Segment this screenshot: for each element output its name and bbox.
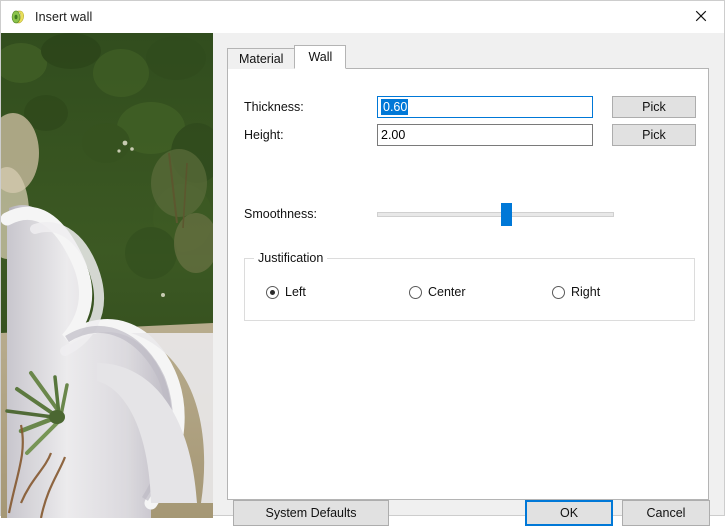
cancel-button[interactable]: Cancel	[622, 500, 710, 526]
smoothness-slider[interactable]	[377, 200, 614, 228]
slider-thumb[interactable]	[501, 203, 512, 226]
tab-wall[interactable]: Wall	[294, 45, 347, 69]
smoothness-row: Smoothness:	[244, 200, 696, 228]
tab-material[interactable]: Material	[227, 48, 296, 69]
insert-wall-dialog: Insert wall Material Wall Thickness: 0.6…	[0, 0, 725, 526]
height-input[interactable]: 2.00	[377, 124, 593, 146]
radio-left[interactable]: Left	[266, 285, 306, 299]
radio-mark-icon	[552, 285, 565, 299]
thickness-input[interactable]: 0.60	[377, 96, 593, 118]
height-pick-button[interactable]: Pick	[611, 124, 696, 146]
radio-mark-icon	[266, 285, 279, 299]
radio-center-label: Center	[428, 285, 466, 299]
title-bar: Insert wall	[1, 1, 724, 33]
window-title: Insert wall	[35, 9, 93, 24]
tab-content-area: Material Wall Thickness: 0.60 Pick Heigh…	[227, 45, 709, 515]
radio-right[interactable]: Right	[552, 285, 600, 299]
thickness-row: Thickness: 0.60 Pick	[244, 96, 696, 118]
wall-tab-panel: Thickness: 0.60 Pick Height: 2.00 Pick S…	[227, 68, 709, 500]
justification-legend: Justification	[254, 251, 328, 265]
radio-left-label: Left	[285, 285, 306, 299]
height-row: Height: 2.00 Pick	[244, 124, 696, 146]
radio-center[interactable]: Center	[409, 285, 466, 299]
height-label: Height:	[244, 128, 284, 142]
close-icon[interactable]	[678, 1, 724, 31]
dialog-footer: System Defaults OK Cancel	[227, 500, 710, 528]
radio-mark-icon	[409, 285, 422, 299]
serpentine-wall-photo	[1, 33, 213, 518]
dialog-body: Material Wall Thickness: 0.60 Pick Heigh…	[1, 33, 724, 526]
ok-button[interactable]: OK	[525, 500, 613, 526]
preview-image-panel	[1, 33, 213, 518]
system-defaults-button[interactable]: System Defaults	[233, 500, 389, 526]
tab-strip: Material Wall	[227, 45, 347, 69]
height-value: 2.00	[381, 128, 406, 142]
thickness-value: 0.60	[381, 99, 409, 115]
smoothness-label: Smoothness:	[244, 207, 317, 221]
justification-group: Justification Left Center Right	[244, 251, 695, 321]
slider-track[interactable]	[377, 212, 614, 217]
thickness-label: Thickness:	[244, 100, 304, 114]
wall-coil-icon	[10, 9, 26, 25]
thickness-pick-button[interactable]: Pick	[611, 96, 696, 118]
radio-right-label: Right	[571, 285, 601, 299]
